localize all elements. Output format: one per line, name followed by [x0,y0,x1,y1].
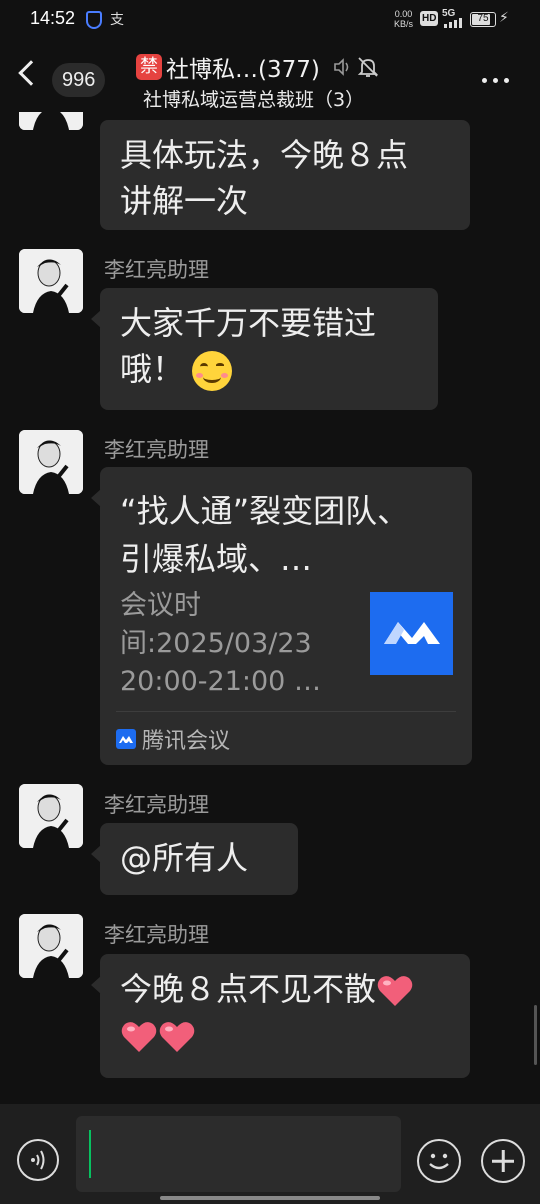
avatar[interactable] [19,784,83,848]
sender-name: 李红亮助理 [104,258,209,282]
chat-title: 社博私…(377) [166,57,320,83]
more-options-icon[interactable] [482,78,509,83]
message-input[interactable] [76,1116,401,1192]
message-text-line1: 大家千万不要错过 [120,304,377,342]
scrollbar[interactable] [534,1005,537,1065]
tencent-meeting-icon [116,729,136,749]
hd-icon: HD [420,11,439,26]
ban-icon: 禁 [136,54,162,80]
card-source-name: 腾讯会议 [142,729,231,754]
card-desc-line1: 会议时 [120,590,201,621]
message-bubble[interactable]: 具体玩法，今晚８点 讲解一次 [100,120,470,230]
heart-emoji [159,1022,195,1052]
card-desc-line2: 间:2025/03/23 [120,628,312,659]
battery-icon: 75 [470,12,496,27]
network-speed-unit: KB/s [394,19,414,29]
card-source: 腾讯会议 [116,723,230,755]
clock: 14:52 [30,8,76,28]
card-title: “找人通”裂变团队、引爆私域、… [120,492,410,578]
charging-icon: ⚡ [499,10,509,26]
back-arrow-icon[interactable] [18,60,44,86]
message-bubble[interactable]: 今晚８点不见不散 [91,954,470,1078]
mute-bell-icon [357,57,379,77]
smiley-icon [429,1153,449,1170]
battery-level: 75 [477,13,489,24]
voice-wave-icon [31,1150,45,1170]
emoji-button[interactable] [417,1139,461,1183]
network-speed-value: 0.00 [394,9,413,19]
chat-subtitle: 社博私域运营总裁班（3） [143,89,365,111]
home-indicator[interactable] [160,1196,380,1200]
status-bar: 14:52 支 0.00 KB/s HD 5G 75 ⚡ [0,0,540,40]
chat-title-row[interactable]: 禁 社博私…(377) [136,50,380,84]
avatar[interactable] [19,112,83,130]
unread-count-badge[interactable]: 996 [52,63,106,97]
message-text-line1: 具体玩法，今晚８点 [120,136,409,174]
network-speed: 0.00 KB/s [394,9,413,29]
text-caret [89,1130,91,1178]
card-divider [116,711,456,712]
message-bubble[interactable]: @所有人 [91,823,298,895]
message-text-line2: 哦！ [120,350,185,388]
sender-name: 李红亮助理 [104,923,209,947]
alipay-icon: 支 [110,12,124,28]
meeting-card[interactable]: “找人通”裂变团队、引爆私域、… 会议时 间:2025/03/23 20:00-… [91,467,472,765]
message-list[interactable]: 具体玩法，今晚８点 讲解一次 李红亮助理 大家千万不要错过 哦！ 李红亮助理 “… [0,112,540,1104]
message-text-line1: @所有人 [120,839,249,877]
signal-icon [444,18,462,28]
more-actions-button[interactable] [481,1139,525,1183]
avatar[interactable] [19,249,83,313]
heart-emoji [121,1022,157,1052]
message-text-line2: 讲解一次 [120,182,249,220]
heart-emoji [377,976,413,1006]
sender-name: 李红亮助理 [104,438,209,462]
tencent-meeting-logo-icon [370,592,453,675]
message-bubble[interactable]: 大家千万不要错过 哦！ [91,288,438,410]
card-description: 会议时 间:2025/03/23 20:00-21:00 … [120,587,348,701]
sender-name: 李红亮助理 [104,793,209,817]
avatar[interactable] [19,430,83,494]
chat-header: 996 禁 社博私…(377) 社博私域运营总裁班（3） [0,40,540,112]
voice-muted-icon [334,58,349,76]
message-text-line1: 今晚８点不见不散 [120,970,377,1008]
card-desc-line3: 20:00-21:00 … [120,666,321,697]
input-bar [0,1104,540,1204]
voice-input-button[interactable] [17,1139,59,1181]
avatar[interactable] [19,914,83,978]
shield-icon [86,11,102,29]
smiling-face-emoji [192,351,233,391]
